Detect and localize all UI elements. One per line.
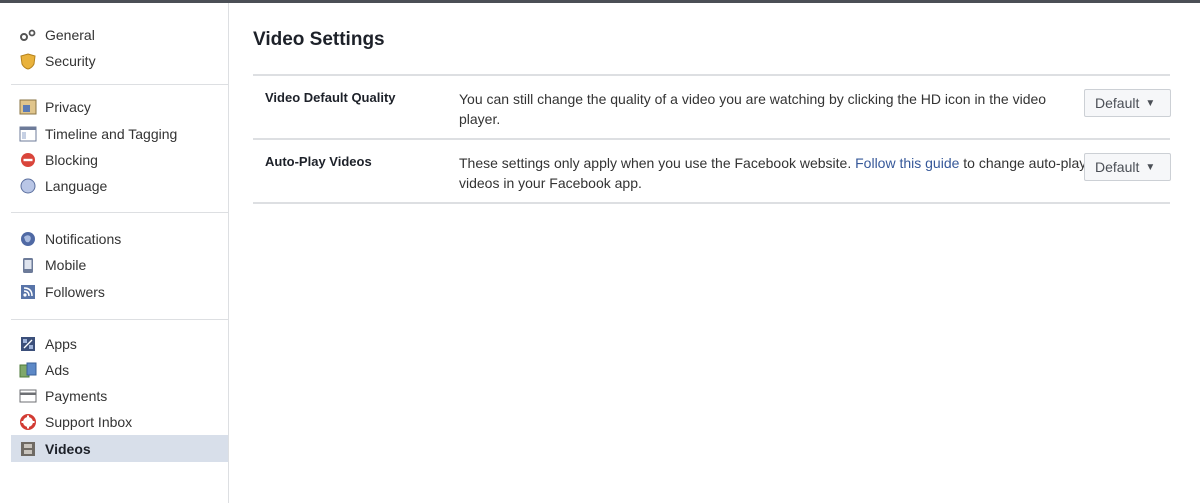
gear-icon	[18, 26, 38, 44]
ads-icon	[18, 361, 38, 379]
sidebar-item-label: Ads	[45, 361, 70, 378]
sidebar-item-label: Language	[45, 178, 108, 195]
sidebar-group-notifications: Notifications Mobile Followers	[11, 213, 228, 320]
setting-description: These settings only apply when you use t…	[459, 153, 1087, 193]
apps-icon	[18, 335, 38, 353]
sidebar-item-mobile[interactable]: Mobile	[11, 252, 228, 278]
dropdown-value: Default	[1095, 159, 1140, 175]
sidebar-group-apps: Apps Ads Payments Support Inbox Videos	[11, 320, 228, 462]
sidebar-item-notifications[interactable]: Notifications	[11, 226, 228, 252]
sidebar-item-label: Videos	[45, 440, 91, 457]
sidebar-item-label: Mobile	[45, 257, 87, 274]
sidebar-group-account: General Security	[11, 3, 228, 86]
follow-guide-link[interactable]: Follow this guide	[855, 155, 959, 171]
sidebar-item-blocking[interactable]: Blocking	[11, 147, 228, 173]
sidebar-item-label: Timeline and Tagging	[45, 125, 178, 142]
film-icon	[18, 440, 38, 458]
lifebuoy-icon	[18, 413, 38, 431]
chevron-down-icon: ▼	[1145, 97, 1156, 109]
sidebar-item-privacy[interactable]: Privacy	[11, 94, 228, 120]
globe-icon	[18, 177, 38, 195]
mobile-icon	[18, 256, 38, 274]
card-icon	[18, 387, 38, 405]
sidebar-group-privacy: Privacy Timeline and Tagging Blocking La…	[11, 85, 228, 214]
dropdown-value: Default	[1095, 95, 1140, 111]
setting-row-video-default-quality: Video Default Quality You can still chan…	[253, 76, 1171, 140]
sidebar-item-label: Apps	[45, 335, 77, 352]
sidebar-item-label: Privacy	[45, 99, 91, 116]
sidebar-item-timeline-and-tagging[interactable]: Timeline and Tagging	[11, 121, 228, 147]
setting-description: You can still change the quality of a vi…	[459, 91, 1047, 127]
sidebar-item-security[interactable]: Security	[11, 48, 228, 74]
sidebar-item-label: Notifications	[45, 231, 122, 248]
settings-sidebar: General Security Privacy Timeline and Ta…	[0, 3, 229, 503]
setting-row-auto-play-videos: Auto-Play Videos These settings only app…	[253, 140, 1171, 204]
lock-icon	[18, 98, 38, 116]
sidebar-item-payments[interactable]: Payments	[11, 383, 228, 409]
blocking-icon	[18, 151, 38, 169]
notifications-globe-icon	[18, 230, 38, 248]
sidebar-item-label: Blocking	[45, 151, 98, 168]
video-quality-dropdown[interactable]: Default ▼	[1084, 89, 1171, 117]
sidebar-item-ads[interactable]: Ads	[11, 357, 228, 383]
sidebar-item-videos[interactable]: Videos	[11, 435, 228, 462]
video-settings-panel: Video Settings Video Default Quality You…	[253, 3, 1171, 204]
sidebar-item-label: Support Inbox	[45, 414, 133, 431]
auto-play-dropdown[interactable]: Default ▼	[1084, 153, 1171, 181]
description-text: These settings only apply when you use t…	[459, 155, 856, 171]
chevron-down-icon: ▼	[1145, 161, 1156, 173]
sidebar-item-followers[interactable]: Followers	[11, 279, 228, 305]
sidebar-item-label: Followers	[45, 283, 105, 300]
timeline-icon	[18, 125, 38, 143]
page-title: Video Settings	[253, 29, 385, 50]
sidebar-item-support-inbox[interactable]: Support Inbox	[11, 409, 228, 435]
sidebar-item-language[interactable]: Language	[11, 173, 228, 199]
sidebar-item-label: Payments	[45, 388, 108, 405]
setting-label: Video Default Quality	[265, 90, 396, 105]
sidebar-item-general[interactable]: General	[11, 22, 228, 48]
sidebar-item-apps[interactable]: Apps	[11, 331, 228, 357]
sidebar-item-label: Security	[45, 53, 96, 70]
rss-icon	[18, 283, 38, 301]
sidebar-item-label: General	[45, 27, 95, 44]
shield-icon	[18, 52, 38, 70]
settings-table: Video Default Quality You can still chan…	[253, 74, 1171, 204]
setting-label: Auto-Play Videos	[265, 154, 372, 169]
